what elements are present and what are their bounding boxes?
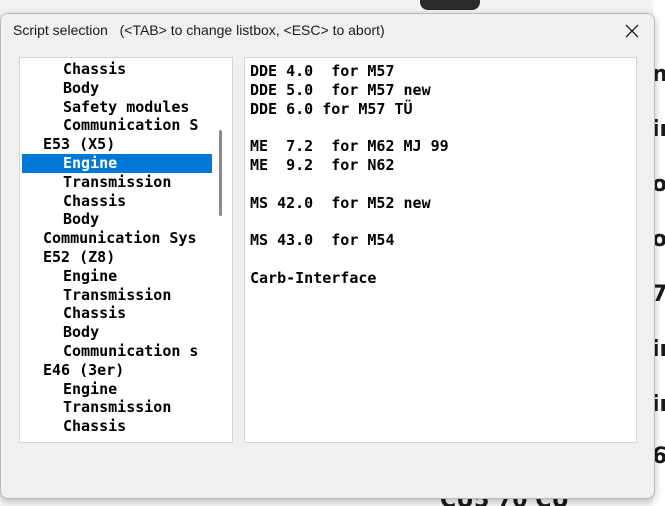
background-window-edge	[420, 0, 480, 10]
script-item[interactable]: DDE 4.0 for M57	[250, 62, 630, 81]
close-button[interactable]	[610, 14, 654, 48]
tree-item[interactable]: E53 (X5)	[22, 135, 214, 154]
tree-item[interactable]: Communication s	[22, 342, 214, 361]
tree-item[interactable]: Chassis	[22, 304, 214, 323]
script-selection-dialog: Script selection (<TAB> to change listbo…	[0, 13, 655, 499]
script-spacer	[250, 175, 630, 194]
tree-item[interactable]: Body	[22, 79, 214, 98]
tree-item[interactable]: Chassis	[22, 417, 214, 436]
dialog-title: Script selection (<TAB> to change listbo…	[13, 22, 385, 38]
tree-item[interactable]: Engine	[22, 380, 214, 399]
script-item[interactable]: ME 7.2 for M62 MJ 99	[250, 137, 630, 156]
tree-item[interactable]: Transmission	[22, 173, 214, 192]
tree-item[interactable]: Communication Sys	[22, 229, 214, 248]
script-item[interactable]: MS 43.0 for M54	[250, 231, 630, 250]
script-item[interactable]: DDE 5.0 for M57 new	[250, 81, 630, 100]
tree-item[interactable]: Safety modules	[22, 98, 214, 117]
tree-item[interactable]: Chassis	[22, 192, 214, 211]
tree-item[interactable]: Transmission	[22, 286, 214, 305]
vehicle-module-listbox[interactable]: Chassis Body Safety modules Communication S…	[19, 57, 233, 443]
tree-item[interactable]: E52 (Z8)	[22, 248, 214, 267]
title-bar[interactable]: Script selection (<TAB> to change listbo…	[1, 14, 654, 48]
vertical-scrollbar[interactable]	[212, 60, 230, 440]
tree-item[interactable]: Engine	[22, 267, 214, 286]
script-item[interactable]: Carb-Interface	[250, 269, 630, 288]
script-spacer	[250, 212, 630, 231]
script-item[interactable]: MS 42.0 for M52 new	[250, 194, 630, 213]
close-icon	[625, 24, 639, 38]
tree-item[interactable]: Transmission	[22, 398, 214, 417]
script-list: DDE 4.0 for M57 DDE 5.0 for M57 new DDE 6.…	[250, 62, 630, 288]
vehicle-tree: Chassis Body Safety modules Communication S…	[22, 60, 214, 436]
tree-item[interactable]: E46 (3er)	[22, 361, 214, 380]
script-item[interactable]: ME 9.2 for N62	[250, 156, 630, 175]
tree-item-selected[interactable]: Engine	[22, 153, 214, 173]
tree-item[interactable]: Body	[22, 323, 214, 342]
script-listbox[interactable]: DDE 4.0 for M57 DDE 5.0 for M57 new DDE 6.…	[244, 57, 637, 443]
script-item[interactable]: DDE 6.0 for M57 TÜ	[250, 100, 630, 119]
tree-item[interactable]: Chassis	[22, 60, 214, 79]
scrollbar-thumb[interactable]	[219, 130, 222, 216]
script-spacer	[250, 250, 630, 269]
tree-item[interactable]: Communication S	[22, 116, 214, 135]
tree-item[interactable]: Body	[22, 210, 214, 229]
script-spacer	[250, 118, 630, 137]
